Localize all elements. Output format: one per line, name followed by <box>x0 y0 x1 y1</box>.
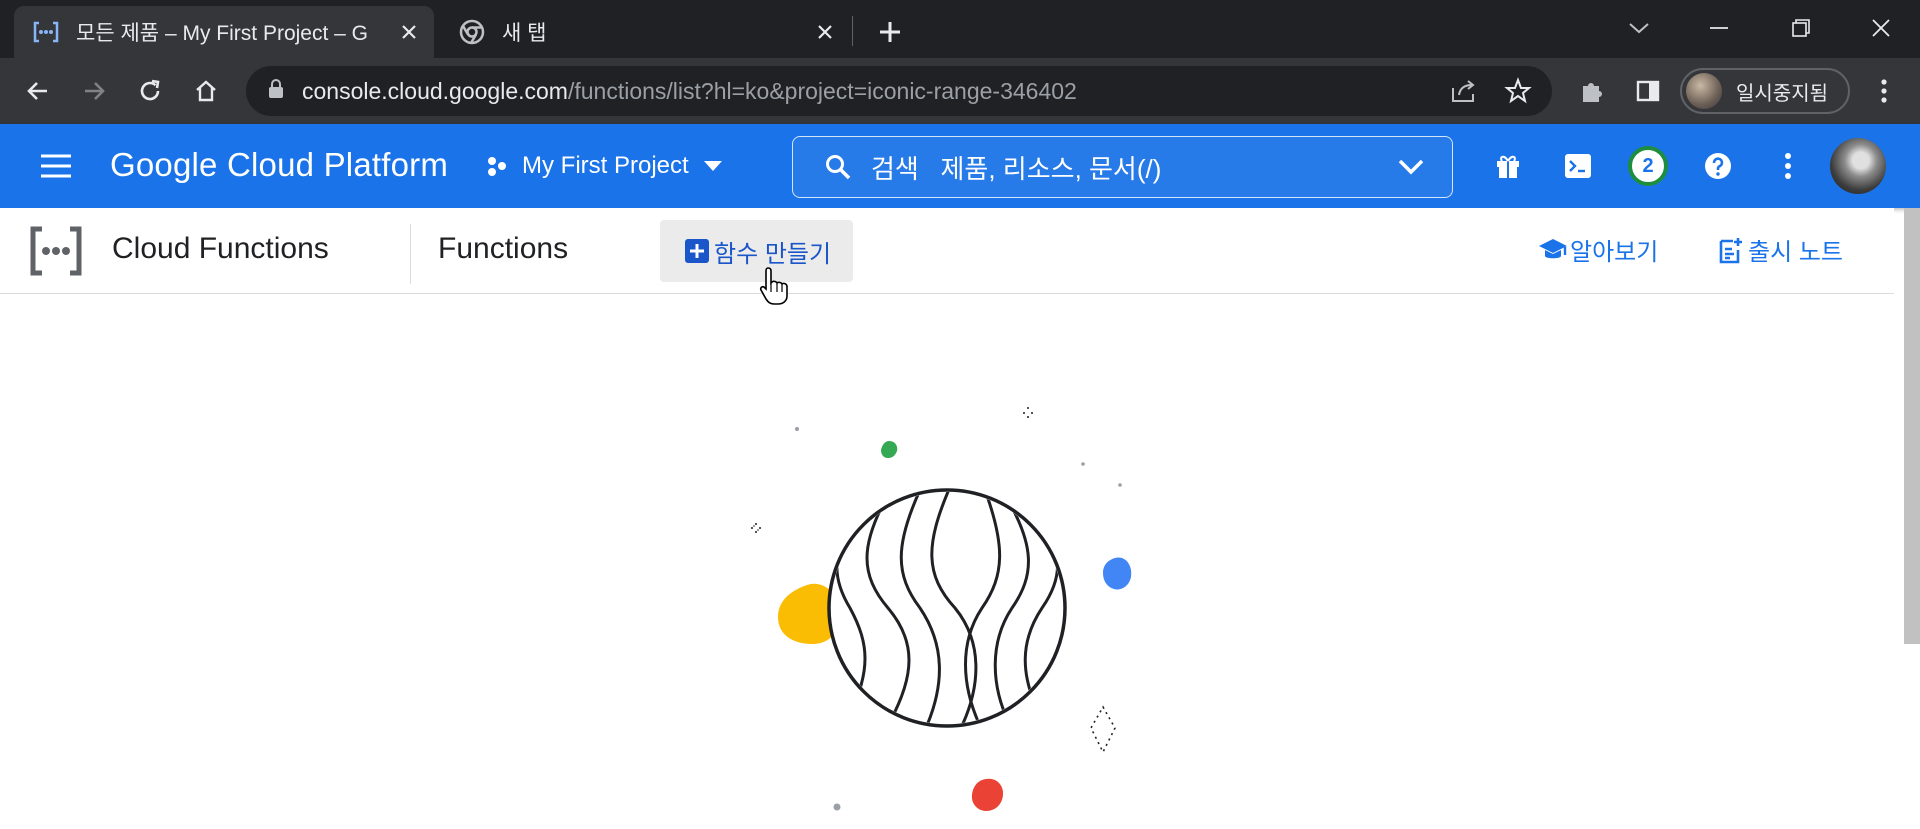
product-name: Cloud Functions <box>112 232 329 265</box>
page-title: Functions <box>438 232 569 265</box>
release-notes-label: 출시 노트 <box>1748 239 1843 266</box>
notifications-badge[interactable]: 2 <box>1628 146 1668 186</box>
chevron-down-icon[interactable] <box>1398 159 1424 175</box>
divider <box>410 224 411 284</box>
tab-title: 모든 제품 – My First Project – G <box>76 22 368 45</box>
dotted-diamond <box>1090 705 1116 754</box>
green-blob <box>881 441 898 458</box>
avatar[interactable] <box>1830 138 1886 194</box>
minimize-icon[interactable] <box>1690 8 1748 48</box>
blue-blob <box>1103 557 1132 590</box>
close-icon[interactable] <box>810 17 840 47</box>
window-close-icon[interactable] <box>1852 8 1910 48</box>
project-picker[interactable]: My First Project <box>486 148 723 184</box>
tab-search-chevron-icon[interactable] <box>1610 8 1668 48</box>
empty-state-illustration <box>751 407 1132 811</box>
side-panel-icon[interactable] <box>1628 71 1668 111</box>
gcp-header: Google Cloud Platform My First Project 검… <box>0 124 1920 208</box>
close-icon[interactable] <box>394 17 424 47</box>
star-icon[interactable] <box>1504 77 1532 110</box>
create-function-label: 함수 만들기 <box>714 240 832 268</box>
url-text: console.cloud.google.com/functions/list?… <box>302 77 1077 104</box>
browser-toolbar: console.cloud.google.com/functions/list?… <box>0 58 1920 124</box>
forward-arrow-icon[interactable] <box>74 71 114 111</box>
browser-titlebar: 모든 제품 – My First Project – G 새 탭 <box>0 0 1920 58</box>
chrome-icon <box>458 18 486 46</box>
search-icon <box>825 154 851 180</box>
learn-link[interactable]: 알아보기 <box>1538 232 1658 267</box>
extensions-icon[interactable] <box>1572 71 1612 111</box>
page-subheader: Cloud Functions Functions 함수 만들기 알아보기 출시… <box>0 208 1894 294</box>
plus-icon[interactable] <box>872 14 908 50</box>
search-placeholder: 검색 제품, 리소스, 문서(/) <box>871 153 1162 184</box>
cloud-functions-icon <box>28 226 84 281</box>
project-name: My First Project <box>522 152 689 179</box>
tab-inactive[interactable]: 새 탭 <box>440 6 850 58</box>
release-notes-link[interactable]: 출시 노트 <box>1718 232 1843 267</box>
profile-label: 일시중지됨 <box>1736 82 1828 105</box>
learn-label: 알아보기 <box>1570 239 1659 266</box>
app-title[interactable]: Google Cloud Platform <box>110 146 448 184</box>
hand-cursor-icon <box>758 266 792 311</box>
lock-icon[interactable] <box>268 78 284 104</box>
tab-title: 새 탭 <box>502 22 547 45</box>
create-function-button[interactable]: 함수 만들기 <box>660 220 853 282</box>
share-icon[interactable] <box>1450 78 1478 109</box>
home-icon[interactable] <box>186 71 226 111</box>
tab-active[interactable]: 모든 제품 – My First Project – G <box>14 6 434 58</box>
back-arrow-icon[interactable] <box>18 71 58 111</box>
restore-icon[interactable] <box>1772 8 1830 48</box>
profile-avatar <box>1686 73 1722 109</box>
release-notes-icon <box>1718 236 1744 264</box>
search-input[interactable]: 검색 제품, 리소스, 문서(/) <box>792 136 1453 198</box>
address-bar[interactable]: console.cloud.google.com/functions/list?… <box>246 66 1552 116</box>
terminal-icon[interactable] <box>1558 146 1598 186</box>
more-vert-icon[interactable] <box>1768 146 1808 186</box>
more-vert-icon[interactable] <box>1864 71 1904 111</box>
red-blob <box>971 778 1004 811</box>
gift-icon[interactable] <box>1488 146 1528 186</box>
school-icon <box>1538 237 1568 263</box>
globe-icon <box>827 488 1067 728</box>
help-icon[interactable] <box>1698 146 1738 186</box>
profile-button[interactable]: 일시중지됨 <box>1680 68 1850 114</box>
cloud-functions-icon <box>32 18 60 46</box>
tab-divider <box>852 16 853 46</box>
caret-down-icon <box>703 160 723 172</box>
add-box-icon <box>684 238 710 264</box>
page-scrollbar[interactable] <box>1904 208 1920 644</box>
menu-icon[interactable] <box>38 148 74 184</box>
project-icon <box>486 154 510 178</box>
reload-icon[interactable] <box>130 71 170 111</box>
